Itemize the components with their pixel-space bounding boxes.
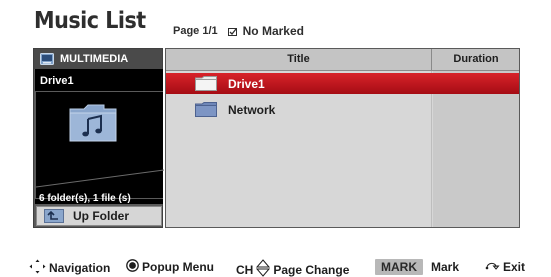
hint-popup-menu: Popup Menu bbox=[126, 259, 214, 275]
hint-navigation-label: Navigation bbox=[49, 261, 111, 275]
list-item-label: Network bbox=[228, 102, 276, 117]
column-header-duration[interactable]: Duration bbox=[433, 49, 519, 70]
duration-column bbox=[433, 71, 519, 227]
hint-page-change: CH Page Change bbox=[236, 259, 349, 277]
mark-key-badge: MARK bbox=[375, 259, 423, 275]
page-title: Music List bbox=[34, 8, 146, 34]
folder-icon bbox=[195, 76, 217, 91]
music-list-screen: Music List Page 1/1 No Marked MULTIMEDIA… bbox=[0, 0, 551, 277]
column-header-title[interactable]: Title bbox=[166, 49, 432, 70]
up-folder-button[interactable]: Up Folder bbox=[36, 206, 162, 226]
source-header: MULTIMEDIA bbox=[34, 49, 162, 69]
list-item-label: Drive1 bbox=[228, 76, 265, 91]
item-counts: 6 folder(s), 1 file (s) bbox=[39, 193, 131, 204]
title-column bbox=[166, 71, 432, 227]
music-folder-icon bbox=[68, 103, 118, 143]
list-item-network[interactable]: Network bbox=[166, 99, 519, 120]
hint-exit: Exit bbox=[484, 259, 525, 274]
marked-status: No Marked bbox=[242, 24, 304, 38]
return-icon bbox=[484, 259, 500, 274]
navigation-icon bbox=[29, 259, 46, 277]
hint-navigation: Navigation bbox=[29, 259, 110, 277]
preview-box: Drive1 6 folder(s), 1 file (s) bbox=[35, 69, 164, 204]
current-location: Drive1 bbox=[40, 75, 74, 87]
file-list: Title Duration Drive1 Network bbox=[165, 48, 520, 228]
channel-updown-icon bbox=[256, 259, 271, 277]
key-hints-bar: Navigation Popup Menu CH Page Change MAR… bbox=[0, 255, 551, 277]
page-status: Page 1/1 No Marked bbox=[173, 24, 304, 38]
list-header: Title Duration bbox=[166, 49, 519, 71]
hint-popup-label: Popup Menu bbox=[142, 260, 214, 274]
checkbox-icon bbox=[227, 27, 237, 36]
up-folder-icon bbox=[44, 209, 64, 223]
ok-button-icon bbox=[126, 259, 139, 275]
folder-icon bbox=[195, 102, 217, 117]
hint-page-change-label: Page Change bbox=[273, 262, 350, 277]
hint-exit-label: Exit bbox=[503, 259, 526, 274]
page-indicator: Page 1/1 bbox=[173, 25, 218, 37]
up-folder-label: Up Folder bbox=[73, 209, 129, 223]
hint-mark: MARK Mark bbox=[375, 259, 459, 275]
hint-mark-label: Mark bbox=[431, 260, 460, 274]
source-label: MULTIMEDIA bbox=[60, 53, 129, 65]
multimedia-icon bbox=[40, 53, 54, 65]
source-panel: MULTIMEDIA Drive1 6 folder(s), 1 file (s… bbox=[33, 48, 164, 228]
ch-label: CH bbox=[236, 262, 254, 277]
list-item-drive1[interactable]: Drive1 bbox=[166, 73, 519, 94]
